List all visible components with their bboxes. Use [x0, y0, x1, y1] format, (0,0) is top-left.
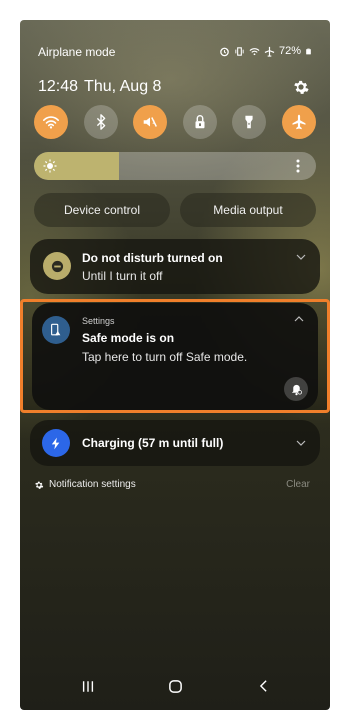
chevron-up-icon[interactable] [294, 315, 304, 323]
quick-settings-tiles [34, 105, 316, 141]
brightness-slider[interactable] [34, 152, 316, 180]
safe-mode-subtitle: Tap here to turn off Safe mode. [82, 350, 248, 364]
bell-settings-icon[interactable] [284, 377, 308, 401]
wifi-status-icon [249, 47, 260, 55]
quick-buttons-row: Device control Media output [34, 193, 316, 227]
date: Thu, Aug 8 [84, 78, 162, 95]
more-options-icon[interactable] [290, 158, 306, 174]
device-control-button[interactable]: Device control [34, 193, 170, 227]
gear-icon [35, 481, 44, 489]
lock-icon [195, 115, 205, 129]
safe-mode-icon [42, 316, 70, 344]
settings-gear-icon[interactable] [290, 76, 312, 98]
header-row: 12:48 Thu, Aug 8 [38, 75, 312, 99]
airplane-status-icon [264, 46, 275, 57]
screen-lock-toggle[interactable] [182, 105, 217, 139]
media-output-button[interactable]: Media output [180, 193, 316, 227]
sun-icon [43, 159, 57, 173]
dnd-notification[interactable]: Do not disturb turned on Until I turn it… [30, 239, 320, 294]
clear-button[interactable]: Clear [286, 479, 310, 490]
bluetooth-toggle[interactable] [83, 105, 118, 139]
safe-mode-notification[interactable]: Settings Safe mode is on Tap here to tur… [32, 303, 318, 410]
mute-icon [143, 117, 158, 127]
airplane-toggle[interactable] [281, 105, 316, 139]
alarm-icon [220, 47, 229, 56]
bluetooth-icon [96, 114, 105, 130]
chevron-down-icon[interactable] [296, 253, 306, 261]
dnd-title: Do not disturb turned on [82, 251, 223, 265]
chevron-down-icon[interactable] [296, 439, 306, 447]
charging-notification[interactable]: Charging (57 m until full) [30, 420, 320, 466]
safe-mode-title: Safe mode is on [82, 331, 175, 345]
flashlight-toggle[interactable] [232, 105, 267, 139]
status-text: Airplane mode [38, 45, 116, 59]
charging-title: Charging (57 m until full) [82, 436, 224, 450]
sound-toggle[interactable] [133, 105, 168, 139]
battery-icon [306, 48, 311, 54]
dnd-icon [43, 252, 71, 280]
flashlight-icon [245, 115, 253, 129]
recents-icon[interactable] [78, 676, 98, 696]
home-icon[interactable] [165, 676, 185, 696]
vibrate-icon [235, 46, 244, 56]
notification-app-name: Settings [82, 316, 115, 326]
lightning-icon [42, 429, 70, 457]
back-icon[interactable] [253, 676, 273, 696]
status-bar: Airplane mode 72% [20, 45, 330, 61]
wifi-toggle[interactable] [34, 105, 68, 139]
clock: 12:48 [38, 78, 79, 95]
wifi-icon [42, 116, 60, 129]
dnd-subtitle: Until I turn it off [82, 269, 163, 283]
notification-settings-link[interactable]: Notification settings [34, 479, 136, 490]
navigation-bar [20, 676, 330, 696]
phone-screen: Airplane mode 72% 12:48 Thu, Aug 8 Devic… [20, 20, 330, 710]
notification-settings-label: Notification settings [49, 479, 136, 490]
status-icons: 72% [219, 45, 312, 57]
battery-percent: 72% [278, 45, 301, 57]
airplane-icon [292, 114, 306, 130]
